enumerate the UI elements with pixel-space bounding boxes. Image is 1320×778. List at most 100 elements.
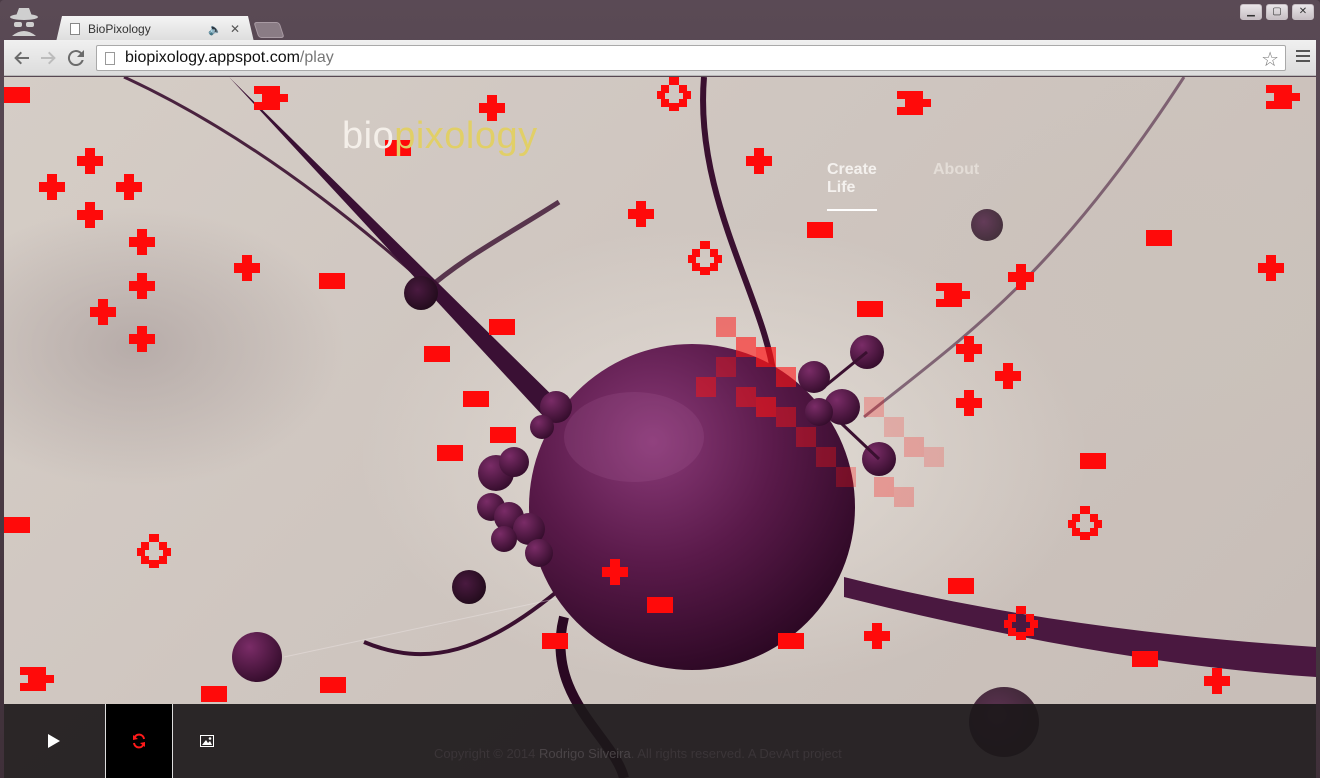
pixel-cell [1003,363,1013,389]
back-button[interactable] [12,48,32,68]
pixel-cell [85,202,95,228]
pixel-cell [700,241,710,249]
pixel-cell [700,267,710,275]
pixel-cell [754,148,764,174]
pixel-cell [98,299,108,325]
pixel-cell [463,391,489,407]
pixel-cell [1008,628,1016,636]
forward-arrow-icon [41,51,56,65]
pixel-cell [1068,520,1076,528]
browser-toolbar: biopixology.appspot.com/play ☆ [4,40,1316,76]
incognito-icon [6,4,42,38]
browser-tab[interactable]: BioPixology 🔈 ✕ [56,16,254,42]
pixel-cell [688,255,696,263]
maximize-button[interactable]: ▢ [1266,4,1288,20]
pixel-cell [636,201,646,227]
pixel-cell [610,559,620,585]
pixel-cell [1080,506,1090,514]
pixel-cell [710,263,718,271]
refresh-button[interactable] [105,704,173,778]
pixel-cell [542,633,568,649]
pixel-cell [262,94,288,102]
url-path: /play [299,49,334,66]
pixel-cell [1132,651,1158,667]
pixel-cell [679,99,687,107]
pixel-cell [944,291,970,299]
pixel-cell [872,623,882,649]
minimize-button[interactable]: ▁ [1240,4,1262,20]
back-arrow-icon [14,51,29,65]
pixel-cell [1080,532,1090,540]
pixel-cell [201,686,227,702]
pixel-cell [1266,85,1292,93]
audio-icon[interactable]: 🔈 [208,23,222,36]
pixel-cell [4,87,30,103]
reload-icon [67,50,84,67]
pixel-cell [254,102,280,110]
pixel-cell [20,667,46,675]
pixel-cell [936,299,962,307]
pixel-cell [137,326,147,352]
pixel-cell [964,336,974,362]
pixel-cell [1146,230,1172,246]
pixel-cell [897,91,923,99]
pixel-cell [159,556,167,564]
pixel-cell [1266,255,1276,281]
pixel-cell [20,683,46,691]
site-logo[interactable]: biopixology [342,115,538,158]
forward-button[interactable] [38,48,58,68]
pixel-cell [437,445,463,461]
pixel-cell [1004,620,1012,628]
nav-create-life[interactable]: Create Life [827,161,877,211]
menu-icon[interactable] [1296,50,1310,65]
play-button[interactable] [4,704,104,778]
control-bar: Copyright © 2014 Rodrigo Silveira. All r… [4,704,1316,778]
pixel-cell [149,560,159,568]
pixel-cell [137,548,145,556]
pixel-cell [85,148,95,174]
bookmark-star-icon[interactable]: ☆ [1261,47,1279,72]
play-icon [48,734,60,748]
tab-close-icon[interactable]: ✕ [230,22,240,36]
pixel-cell [1030,620,1038,628]
pixel-cell [137,229,147,255]
pixel-cell [424,346,450,362]
pixel-cell [1026,628,1034,636]
pixel-cell [1266,101,1292,109]
page-icon [70,23,80,35]
pixel-cell [807,222,833,238]
url-host: biopixology.appspot.com [125,49,300,66]
image-button[interactable] [174,704,240,778]
pixel-cell [490,427,516,443]
pixel-cell [320,677,346,693]
pixel-cell [319,273,345,289]
pixel-cell [1080,453,1106,469]
pixel-cell [948,578,974,594]
refresh-icon [133,733,145,749]
page-content: biopixology Create Life About Copyright … [4,77,1316,778]
pixel-cell [692,263,700,271]
pixel-cell [661,99,669,107]
address-bar[interactable]: biopixology.appspot.com/play ☆ [96,45,1286,71]
pixel-cell [1016,632,1026,640]
pixel-cell [669,77,679,85]
footer-text: Copyright © 2014 Rodrigo Silveira. All r… [434,746,842,761]
pixel-cell [1212,668,1222,694]
pixel-cell [1274,93,1300,101]
pixel-cell [936,283,962,291]
pixel-cell [137,273,147,299]
pixel-cell [683,91,691,99]
author-link[interactable]: Rodrigo Silveira [539,746,631,761]
close-window-button[interactable]: ✕ [1292,4,1314,20]
image-icon [200,735,214,747]
titlebar: BioPixology 🔈 ✕ ▁ ▢ ✕ [0,0,1320,42]
reload-button[interactable] [66,48,86,68]
new-tab-button[interactable] [253,22,285,38]
devart-link[interactable]: A DevArt project [748,746,842,761]
pixel-cell [141,556,149,564]
pixel-cell [1090,528,1098,536]
pixel-cell [28,675,54,683]
pixel-cell [124,174,134,200]
page-icon [105,51,115,65]
nav-about[interactable]: About [933,161,979,187]
